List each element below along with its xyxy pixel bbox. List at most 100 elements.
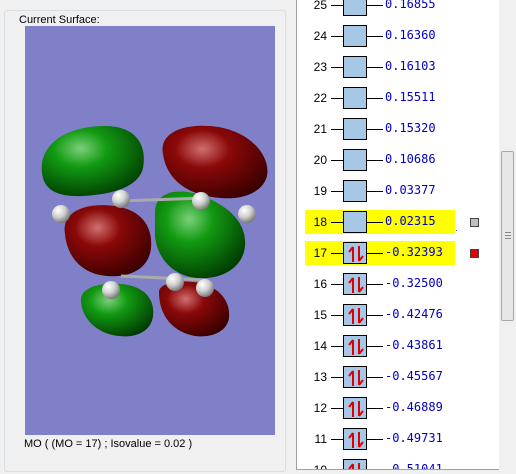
occupied-orbital-box[interactable]	[343, 428, 367, 450]
virtual-orbital-box[interactable]	[343, 149, 367, 171]
orbital-lobe-red-bottom-right	[159, 281, 230, 337]
mo-level-row[interactable]: 20 0.10686	[297, 145, 497, 176]
mo-number: 13	[313, 370, 327, 384]
virtual-orbital-box[interactable]	[343, 87, 367, 109]
mo-number: 21	[313, 122, 327, 136]
hydrogen-atom	[192, 192, 210, 210]
mo-number: 10	[313, 463, 327, 470]
virtual-orbital-box[interactable]	[343, 0, 367, 16]
level-line	[331, 408, 343, 409]
mo-level-row[interactable]: 25 0.16855	[297, 0, 497, 21]
mo-energy-value: -0.49731	[385, 431, 443, 445]
level-line	[367, 346, 383, 347]
hydrogen-atom	[196, 279, 214, 297]
mo-number: 22	[313, 91, 327, 105]
level-line	[331, 5, 343, 6]
mo-energy-value: 0.10686	[385, 152, 436, 166]
mo-level-row[interactable]: 14 -0.43861	[297, 331, 497, 362]
level-line	[367, 98, 383, 99]
level-line	[367, 222, 383, 223]
mo-energy-value: -0.32500	[385, 276, 443, 290]
level-line	[331, 191, 343, 192]
virtual-orbital-box[interactable]	[343, 118, 367, 140]
mo-energy-value: 0.03377	[385, 183, 436, 197]
level-line	[331, 439, 343, 440]
mo-level-row[interactable]: 10 -0.51041	[297, 455, 497, 470]
level-line	[331, 346, 343, 347]
level-line	[331, 284, 343, 285]
level-line	[367, 129, 383, 130]
surface-status-text: MO ( (MO = 17) ; Isovalue = 0.02 )	[24, 438, 193, 450]
mo-number: 16	[313, 277, 327, 291]
mo-number: 17	[313, 246, 327, 260]
mo-level-row[interactable]: 13 -0.45567	[297, 362, 497, 393]
mo-level-row[interactable]: 16 -0.32500	[297, 269, 497, 300]
level-line	[331, 98, 343, 99]
mo-energy-value: 0.02315	[385, 214, 436, 228]
level-line	[367, 408, 383, 409]
level-line	[331, 36, 343, 37]
level-line	[367, 439, 383, 440]
mo-energy-value: 0.16360	[385, 28, 436, 42]
mo-level-row[interactable]: 24 0.16360	[297, 21, 497, 52]
occupied-orbital-box[interactable]	[343, 242, 367, 264]
occupied-orbital-box[interactable]	[343, 335, 367, 357]
molecule-viewport[interactable]	[25, 26, 275, 435]
mo-level-row[interactable]: 21 0.15320	[297, 114, 497, 145]
surface-marker[interactable]	[470, 218, 479, 227]
mo-level-row[interactable]: 22 0.15511	[297, 83, 497, 114]
electron-pair-icon	[348, 246, 364, 262]
mo-level-row[interactable]: 17 -0.32393	[297, 238, 497, 269]
orbital-render	[41, 125, 268, 337]
virtual-orbital-box[interactable]	[343, 211, 367, 233]
electron-pair-icon	[348, 463, 360, 469]
mo-number: 11	[314, 432, 327, 446]
level-line	[331, 222, 343, 223]
level-line	[367, 253, 383, 254]
orbital-lobe-red-middle-left	[64, 205, 152, 277]
mo-level-row[interactable]: 12 -0.46889	[297, 393, 497, 424]
hydrogen-atom	[52, 205, 70, 223]
mo-number: 19	[313, 184, 327, 198]
electron-pair-icon	[348, 308, 364, 324]
occupied-orbital-box[interactable]	[343, 304, 367, 326]
virtual-orbital-box[interactable]	[343, 56, 367, 78]
mo-energy-value: -0.45567	[385, 369, 443, 383]
level-line	[367, 191, 383, 192]
electron-pair-icon	[348, 401, 364, 417]
orbital-lobe-red-top-right	[162, 125, 268, 199]
level-line	[367, 36, 383, 37]
scrollbar-thumb[interactable]	[501, 151, 514, 321]
current-surface-label: Current Surface:	[17, 14, 102, 26]
electron-pair-icon	[348, 277, 364, 293]
mo-energy-value: 0.15511	[385, 90, 436, 104]
occupied-orbital-box[interactable]	[343, 366, 367, 388]
vertical-scrollbar[interactable]	[499, 0, 516, 470]
mo-number: 15	[313, 308, 327, 322]
level-line	[367, 5, 383, 6]
mo-energy-list[interactable]: 25 0.16855 24 0.16360 23 0.16103 22 0.15511 21 0.…	[296, 0, 516, 470]
occupied-orbital-box[interactable]	[343, 397, 367, 419]
mo-level-row[interactable]: 23 0.16103	[297, 52, 497, 83]
mo-level-row[interactable]: 19 0.03377	[297, 176, 497, 207]
mo-level-row[interactable]: 11 -0.49731	[297, 424, 497, 455]
virtual-orbital-box[interactable]	[343, 25, 367, 47]
occupied-orbital-box[interactable]	[343, 273, 367, 295]
level-line	[367, 315, 383, 316]
level-line	[367, 160, 383, 161]
mo-level-row[interactable]: 15 -0.42476	[297, 300, 497, 331]
mo-number: 23	[313, 60, 327, 74]
hydrogen-atom	[102, 281, 120, 299]
electron-pair-icon	[348, 432, 364, 448]
level-line	[331, 377, 343, 378]
mo-energy-value: 0.16103	[385, 59, 436, 73]
mo-energy-value: -0.32393	[385, 245, 443, 259]
occupied-orbital-box[interactable]	[343, 459, 367, 469]
electron-pair-icon	[348, 370, 364, 386]
virtual-orbital-box[interactable]	[343, 180, 367, 202]
mo-level-row[interactable]: 18 0.02315	[297, 207, 497, 238]
level-line	[331, 160, 343, 161]
hydrogen-atom	[238, 205, 256, 223]
selected-surface-marker[interactable]	[470, 249, 479, 258]
mo-energy-value: -0.46889	[385, 400, 443, 414]
